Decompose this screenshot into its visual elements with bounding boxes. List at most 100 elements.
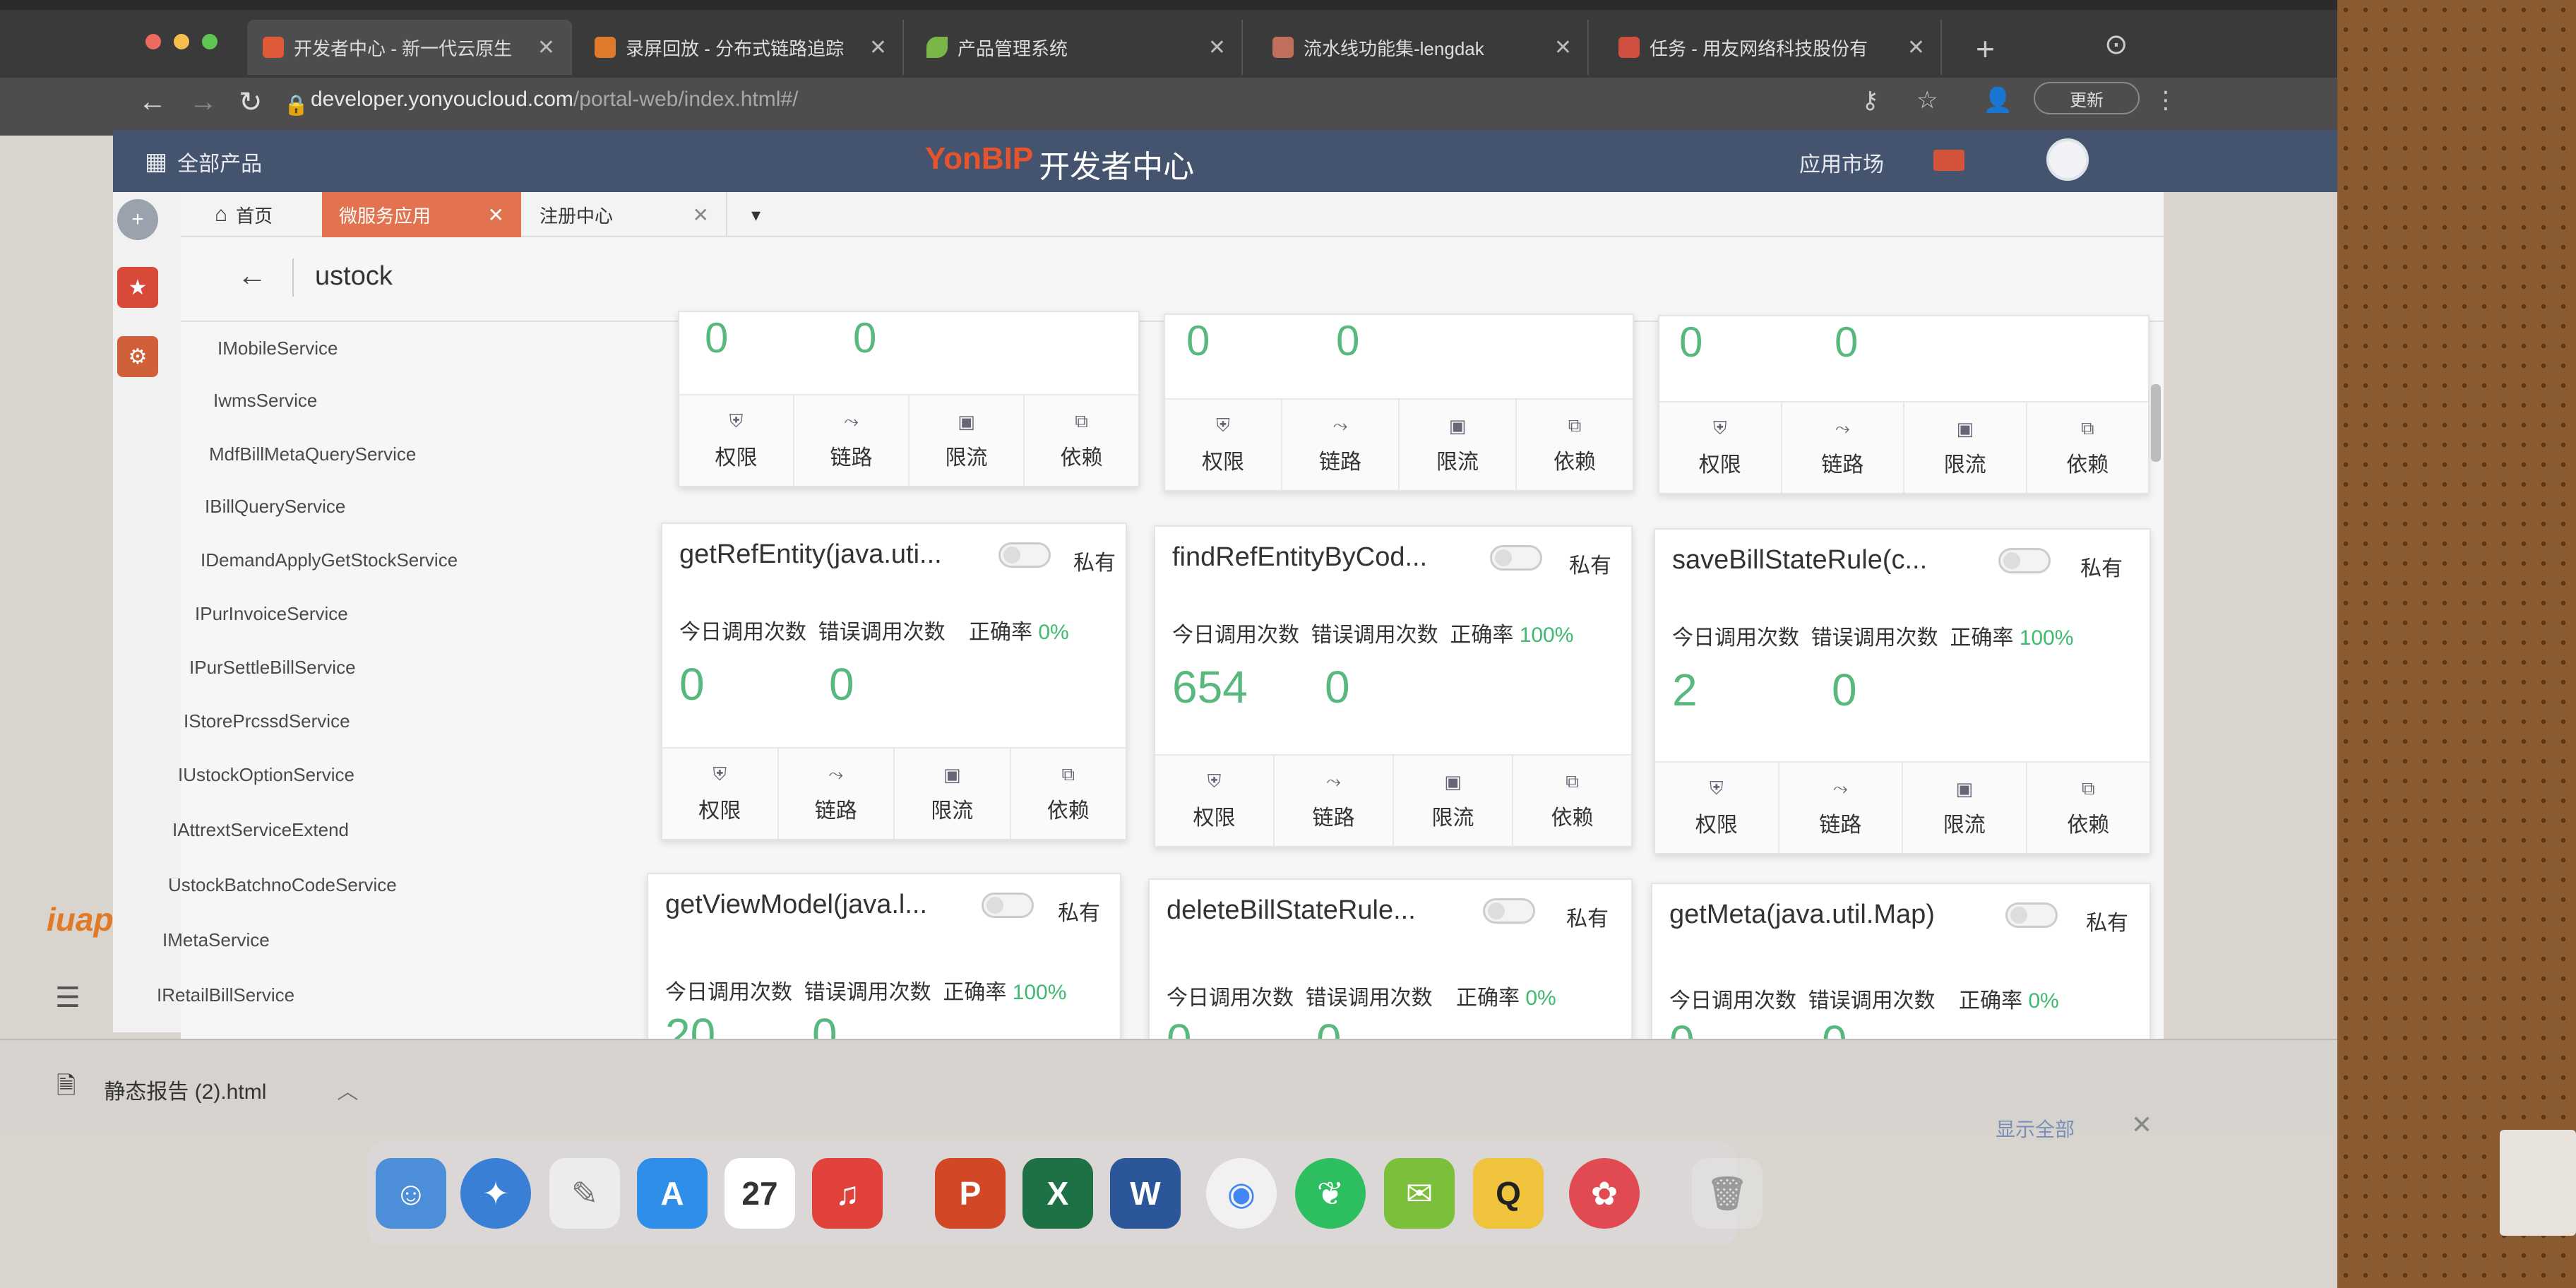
appstore-icon[interactable]: A [637,1158,708,1229]
app-module-icon[interactable]: ⚙ [117,336,158,377]
private-toggle[interactable] [1490,545,1542,571]
service-list-item[interactable]: IStorePrcssdService [184,710,350,732]
browser-tab[interactable]: 产品管理系统 ✕ [911,20,1243,75]
chevron-up-icon[interactable]: ︿ [337,1074,358,1105]
calendar-icon[interactable]: 27 [724,1158,795,1229]
message-icon[interactable] [1933,150,1964,171]
menu-list-icon[interactable]: ☰ [55,982,80,1014]
browser-tab[interactable]: 流水线功能集-lengdak ✕ [1257,20,1589,75]
service-list-item[interactable]: UstockBatchnoCodeService [168,874,397,896]
all-products-menu[interactable]: ▦ 全部产品 [145,146,262,177]
qq-icon[interactable]: Q [1473,1158,1544,1229]
close-tab-icon[interactable]: ✕ [869,35,887,60]
permission-button[interactable]: ⛨ 权限 [1155,756,1275,846]
more-menu-icon[interactable]: ⋮ [2154,86,2178,114]
back-arrow-icon[interactable]: ← [237,258,267,292]
trace-button[interactable]: ⤳ 链路 [1782,402,1904,493]
permission-button[interactable]: ⛨ 权限 [1659,402,1782,493]
trace-button[interactable]: ⤳ 链路 [779,749,895,839]
dependency-button[interactable]: ⧉ 依赖 [1011,749,1126,839]
service-list-item[interactable]: IPurSettleBillService [189,657,356,679]
trace-button[interactable]: ⤳ 链路 [1275,756,1394,846]
trace-button[interactable]: ⤳ 链路 [1779,763,1903,853]
service-list-item[interactable]: IPurInvoiceService [195,603,348,625]
tabs-dropdown-icon[interactable]: ▾ [734,192,777,237]
dependency-button[interactable]: ⧉ 依赖 [1025,395,1138,486]
dependency-button[interactable]: ⧉ 依赖 [2027,402,2149,493]
browser-tab[interactable]: 任务 - 用友网络科技股份有 ✕ [1603,20,1942,75]
service-list-item[interactable]: MdfBillMetaQueryService [209,443,416,465]
maximize-window-button[interactable] [202,34,217,49]
service-list-item[interactable]: IRetailBillService [157,984,294,1006]
tab-home[interactable]: ⌂ 首页 [198,192,318,237]
update-button[interactable]: 更新 [2034,82,2140,114]
dependency-button[interactable]: ⧉ 依赖 [1513,756,1631,846]
close-download-bar-icon[interactable]: ✕ [2131,1110,2152,1140]
evernote-icon[interactable]: ❦ [1295,1158,1366,1229]
key-icon[interactable]: ⚷ [1861,86,1879,114]
ratelimit-button[interactable]: ▣ 限流 [895,749,1011,839]
chrome-icon[interactable]: ◉ [1206,1158,1277,1229]
close-tab-icon[interactable]: ✕ [1208,35,1226,60]
reload-icon[interactable]: ↻ [239,86,263,119]
ratelimit-button[interactable]: ▣ 限流 [910,395,1025,486]
service-list-item[interactable]: IwmsService [213,390,317,412]
ratelimit-button[interactable]: ▣ 限流 [1394,756,1513,846]
close-window-button[interactable] [145,34,161,49]
trash-icon[interactable]: 🗑 [1692,1158,1763,1229]
permission-button[interactable]: ⛨ 权限 [679,395,794,486]
permission-button[interactable]: ⛨ 权限 [1655,763,1779,853]
new-tab-button[interactable]: + [1976,30,1995,68]
minimize-window-button[interactable] [174,34,189,49]
close-tab-icon[interactable]: ✕ [537,35,555,60]
service-list-item[interactable]: IUstockOptionService [178,764,354,786]
safari-icon[interactable]: ✦ [460,1158,531,1229]
private-toggle[interactable] [1483,898,1535,924]
wechat-icon[interactable]: ✉ [1384,1158,1455,1229]
profile-menu-icon[interactable]: ⊙ [2104,28,2128,61]
service-list-item[interactable]: IDemandApplyGetStockService [201,549,458,571]
service-list-item[interactable]: IAttrextServiceExtend [172,819,349,841]
finder-icon[interactable]: ☺ [376,1158,446,1229]
notes-icon[interactable]: ✎ [549,1158,620,1229]
avatar[interactable] [2046,138,2089,181]
back-icon[interactable]: ← [138,86,167,118]
service-list-item[interactable]: IMobileService [217,338,338,359]
browser-tab[interactable]: 录屏回放 - 分布式链路追踪 ✕ [579,20,904,75]
ratelimit-button[interactable]: ▣ 限流 [1400,400,1517,490]
browser-tab[interactable]: 开发者中心 - 新一代云原生 ✕ [247,20,572,75]
trace-button[interactable]: ⤳ 链路 [794,395,910,486]
private-toggle[interactable] [998,542,1051,568]
close-tab-icon[interactable]: ✕ [1907,35,1925,60]
service-list-item[interactable]: IMetaService [162,929,270,951]
private-toggle[interactable] [2005,902,2058,928]
powerpoint-icon[interactable]: P [935,1158,1006,1229]
download-item[interactable]: 🗎 静态报告 (2).html ︿ [56,1069,358,1109]
scrollbar-thumb[interactable] [2151,384,2161,462]
ratelimit-button[interactable]: ▣ 限流 [1903,763,2027,853]
bookmark-star-icon[interactable]: ☆ [1916,86,1938,114]
favorite-folder-icon[interactable]: ★ [117,267,158,308]
close-tab-icon[interactable]: ✕ [1554,35,1572,60]
close-tab-icon[interactable]: ✕ [488,203,504,227]
permission-button[interactable]: ⛨ 权限 [1165,400,1282,490]
dependency-button[interactable]: ⧉ 依赖 [1517,400,1633,490]
show-all-downloads-link[interactable]: 显示全部 [1996,1114,2075,1143]
trace-button[interactable]: ⤳ 链路 [1282,400,1400,490]
app-market-link[interactable]: 应用市场 [1799,147,1884,178]
service-list-item[interactable]: IBillQueryService [205,496,345,518]
dependency-button[interactable]: ⧉ 依赖 [2027,763,2150,853]
ratelimit-button[interactable]: ▣ 限流 [1904,402,2027,493]
permission-button[interactable]: ⛨ 权限 [662,749,779,839]
music-app-icon[interactable]: ♫ [812,1158,883,1229]
tab-registry-center[interactable]: 注册中心 ✕ [523,192,727,237]
add-icon[interactable]: + [117,199,158,240]
private-toggle[interactable] [982,893,1034,918]
tab-microservice-apps[interactable]: 微服务应用 ✕ [322,192,521,237]
excel-icon[interactable]: X [1022,1158,1093,1229]
private-toggle[interactable] [1998,548,2051,573]
account-icon[interactable]: 👤 [1983,86,2012,114]
close-tab-icon[interactable]: ✕ [693,203,709,227]
app-icon[interactable]: ✿ [1569,1158,1640,1229]
word-icon[interactable]: W [1110,1158,1181,1229]
